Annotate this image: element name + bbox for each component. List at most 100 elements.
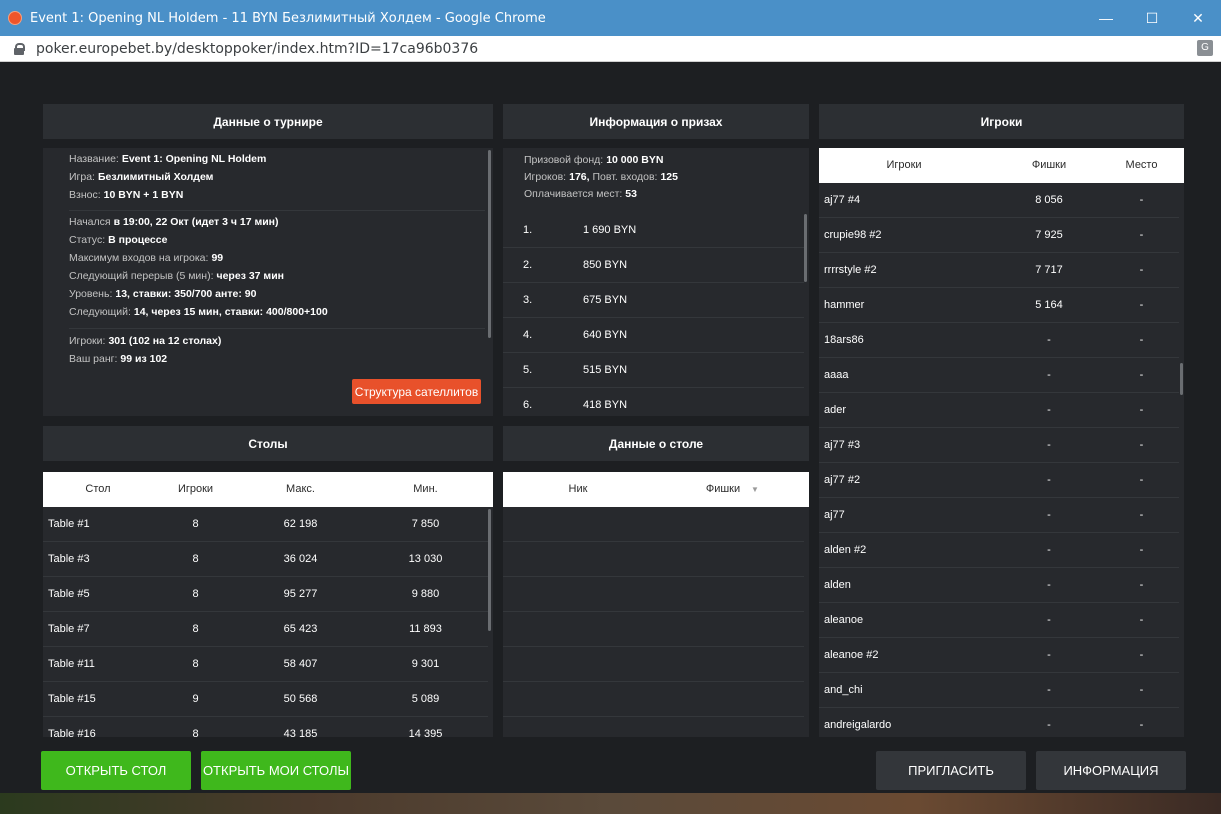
- table-max: 95 277: [283, 588, 318, 600]
- player-row[interactable]: aj77 #4 8 056 -: [819, 183, 1179, 218]
- player-place: -: [1139, 369, 1144, 381]
- close-icon[interactable]: ✕: [1175, 0, 1221, 36]
- col-table[interactable]: Стол: [43, 483, 153, 495]
- player-chips: -: [1047, 719, 1051, 731]
- table-players: 8: [192, 553, 199, 565]
- table-max: 65 423: [283, 623, 318, 635]
- col-chips[interactable]: Фишки: [1009, 159, 1089, 171]
- minimize-icon[interactable]: —: [1083, 0, 1129, 36]
- table-players: 9: [192, 693, 199, 705]
- player-row[interactable]: crupie98 #2 7 925 -: [819, 218, 1179, 253]
- col-min[interactable]: Мин.: [373, 483, 478, 495]
- translate-icon[interactable]: G: [1197, 40, 1213, 56]
- player-place: -: [1139, 334, 1144, 346]
- player-row[interactable]: hammer 5 164 -: [819, 288, 1179, 323]
- empty-row: [503, 682, 804, 717]
- table-min: 5 089: [411, 693, 440, 705]
- tables-header: Столы: [43, 426, 493, 461]
- table-row[interactable]: Table #16 8 43 185 14 395: [43, 717, 488, 737]
- url-text[interactable]: poker.europebet.by/desktoppoker/index.ht…: [36, 41, 478, 57]
- satellite-structure-button[interactable]: Структура сателлитов: [352, 379, 481, 404]
- table-row[interactable]: Table #3 8 36 024 13 030: [43, 542, 488, 577]
- player-name: andreigalardo: [824, 719, 892, 731]
- player-row[interactable]: alden - -: [819, 568, 1179, 603]
- tables-table-header: Стол Игроки Макс. Мин.: [43, 472, 493, 507]
- player-chips: -: [1047, 509, 1051, 521]
- player-chips: 7 717: [1035, 264, 1063, 276]
- info-game: Игра: Безлимитный Холдем: [69, 171, 214, 183]
- table-players: 8: [192, 728, 199, 737]
- player-name: aj77 #2: [824, 474, 861, 486]
- player-chips: -: [1047, 614, 1051, 626]
- table-row[interactable]: Table #5 8 95 277 9 880: [43, 577, 488, 612]
- player-row[interactable]: aaaa - -: [819, 358, 1179, 393]
- info-level: Уровень: 13, ставки: 350/700 анте: 90: [69, 288, 257, 300]
- players-header: Игроки: [819, 104, 1184, 139]
- table-max: 50 568: [283, 693, 318, 705]
- player-row[interactable]: aj77 - -: [819, 498, 1179, 533]
- info-buyin: Взнос: 10 BYN + 1 BYN: [69, 189, 184, 201]
- empty-row: [503, 577, 804, 612]
- open-table-button[interactable]: ОТКРЫТЬ СТОЛ: [41, 751, 191, 790]
- col-chips[interactable]: Фишки: [693, 483, 753, 495]
- player-place: -: [1139, 579, 1144, 591]
- address-bar[interactable]: poker.europebet.by/desktoppoker/index.ht…: [0, 36, 1221, 62]
- tournament-info-panel: Название: Event 1: Opening NL Holdem Игра…: [43, 148, 493, 416]
- maximize-icon[interactable]: ☐: [1129, 0, 1175, 36]
- table-name: Table #3: [48, 553, 90, 565]
- prize-paid-places: Оплачивается мест: 53: [524, 188, 637, 200]
- scrollbar[interactable]: [804, 214, 807, 282]
- player-row[interactable]: aleanoe #2 - -: [819, 638, 1179, 673]
- table-row[interactable]: Table #11 8 58 407 9 301: [43, 647, 488, 682]
- player-row[interactable]: and_chi - -: [819, 673, 1179, 708]
- player-row[interactable]: alden #2 - -: [819, 533, 1179, 568]
- col-max[interactable]: Макс.: [248, 483, 353, 495]
- info-players: Игроки: 301 (102 на 12 столах): [69, 335, 222, 347]
- open-my-tables-button[interactable]: ОТКРЫТЬ МОИ СТОЛЫ: [201, 751, 351, 790]
- player-chips: -: [1047, 439, 1051, 451]
- table-min: 9 301: [411, 658, 440, 670]
- player-row[interactable]: ader - -: [819, 393, 1179, 428]
- player-chips: -: [1047, 474, 1051, 486]
- player-chips: 5 164: [1035, 299, 1063, 311]
- player-row[interactable]: 18ars86 - -: [819, 323, 1179, 358]
- player-place: -: [1139, 229, 1144, 241]
- player-name: hammer: [824, 299, 865, 311]
- table-row[interactable]: Table #1 8 62 198 7 850: [43, 507, 488, 542]
- prizes-panel: Призовой фонд: 10 000 BYN Игроков: 176, По…: [503, 148, 809, 416]
- player-name: aj77 #4: [824, 194, 861, 206]
- scrollbar[interactable]: [1180, 363, 1183, 395]
- prize-row: 2. 850 BYN: [503, 248, 804, 283]
- prize-entries: Игроков: 176, Повт. входов: 125: [524, 171, 678, 183]
- table-players: 8: [192, 518, 199, 530]
- player-row[interactable]: rrrrstyle #2 7 717 -: [819, 253, 1179, 288]
- prize-row: 1. 1 690 BYN: [503, 213, 804, 248]
- sort-down-icon[interactable]: ▼: [750, 485, 760, 494]
- player-place: -: [1139, 719, 1144, 731]
- player-name: and_chi: [824, 684, 863, 696]
- player-row[interactable]: aj77 #2 - -: [819, 463, 1179, 498]
- player-place: -: [1139, 299, 1144, 311]
- divider: [69, 210, 485, 211]
- player-chips: -: [1047, 684, 1051, 696]
- invite-button[interactable]: ПРИГЛАСИТЬ: [876, 751, 1026, 790]
- scrollbar[interactable]: [488, 509, 491, 631]
- col-players[interactable]: Игроки: [153, 483, 238, 495]
- scrollbar[interactable]: [488, 150, 491, 338]
- col-place[interactable]: Место: [1109, 159, 1174, 171]
- player-place: -: [1139, 439, 1144, 451]
- player-row[interactable]: aj77 #3 - -: [819, 428, 1179, 463]
- table-min: 14 395: [408, 728, 443, 737]
- player-row[interactable]: andreigalardo - -: [819, 708, 1179, 737]
- table-row[interactable]: Table #15 9 50 568 5 089: [43, 682, 488, 717]
- player-place: -: [1139, 649, 1144, 661]
- player-place: -: [1139, 544, 1144, 556]
- prize-row: 6. 418 BYN: [503, 388, 804, 416]
- info-name: Название: Event 1: Opening NL Holdem: [69, 153, 267, 165]
- col-nick[interactable]: Ник: [543, 483, 613, 495]
- col-players[interactable]: Игроки: [819, 159, 989, 171]
- player-row[interactable]: aleanoe - -: [819, 603, 1179, 638]
- table-max: 36 024: [283, 553, 318, 565]
- info-button[interactable]: ИНФОРМАЦИЯ: [1036, 751, 1186, 790]
- table-row[interactable]: Table #7 8 65 423 11 893: [43, 612, 488, 647]
